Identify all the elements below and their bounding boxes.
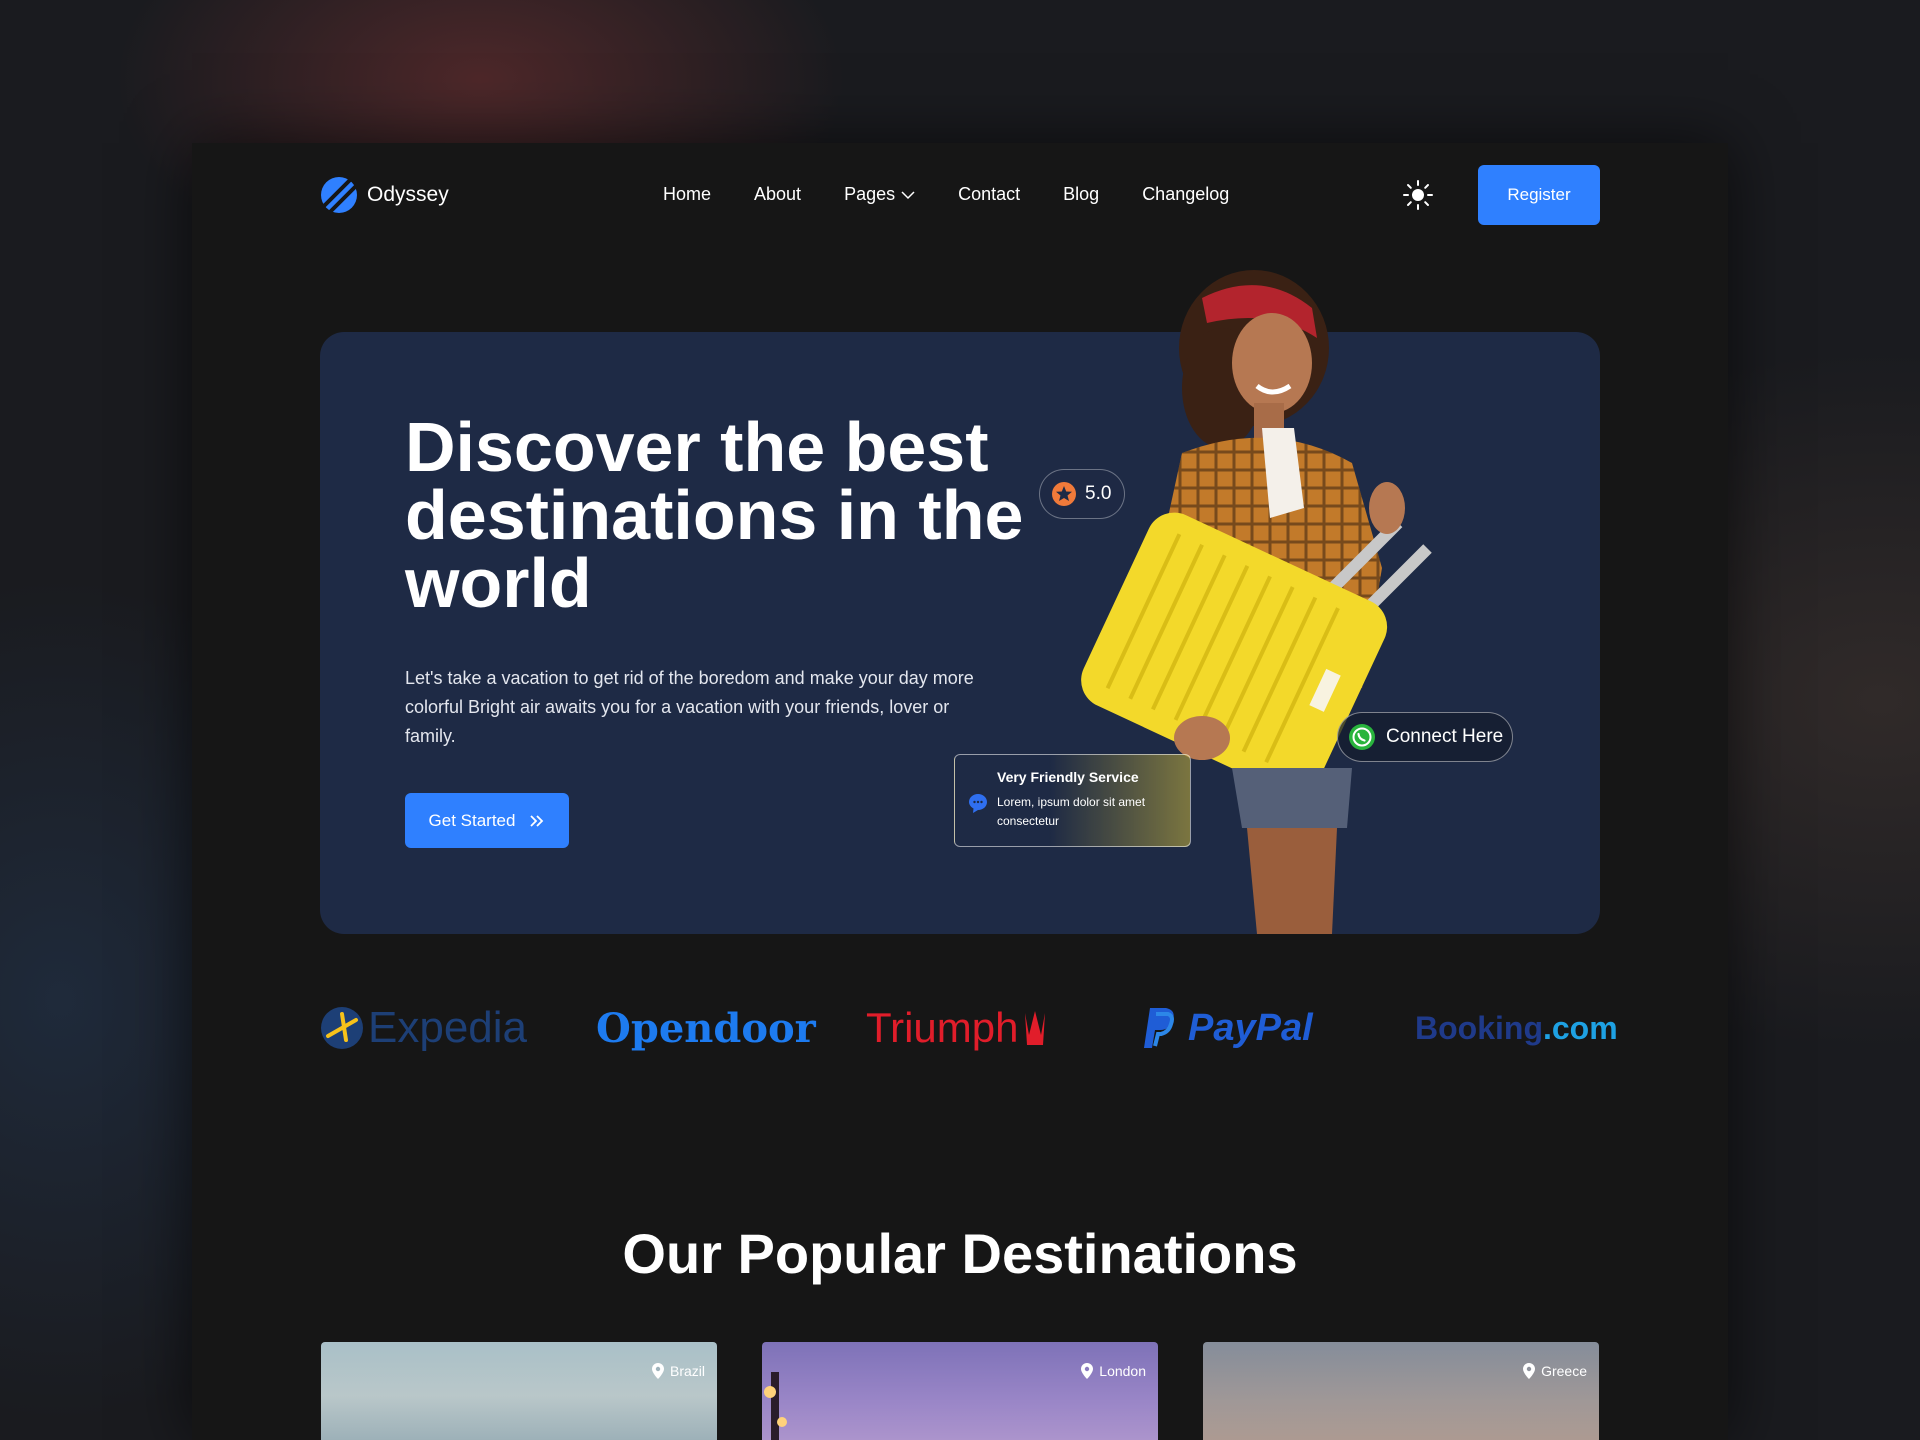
expedia-text: Expedia: [368, 1003, 528, 1052]
destination-card[interactable]: London: [762, 1342, 1158, 1440]
chevron-down-icon: [901, 190, 915, 199]
nav-blog[interactable]: Blog: [1063, 184, 1099, 205]
hero-title: Discover the best destinations in the wo…: [405, 408, 1024, 622]
double-chevron-right-icon: [530, 814, 544, 827]
map-pin-icon: [651, 1363, 664, 1379]
booking-logo: Booking .com: [1415, 993, 1618, 1063]
service-text: Lorem, ipsum dolor sit amet consectetur: [997, 795, 1146, 828]
location-name: Greece: [1541, 1363, 1587, 1379]
location-name: Brazil: [669, 1363, 705, 1379]
location-tag: Brazil: [651, 1363, 705, 1379]
star-icon: [1052, 482, 1076, 506]
destination-card[interactable]: Brazil: [321, 1342, 717, 1440]
nav-contact[interactable]: Contact: [958, 184, 1020, 205]
nav-pages-label: Pages: [844, 184, 896, 204]
expedia-plane-icon: [321, 1007, 363, 1049]
partner-logos: Expedia Opendoor Triumph PayPal Booking.…: [320, 993, 1618, 1063]
sun-icon[interactable]: [1402, 179, 1434, 211]
nav-home[interactable]: Home: [663, 184, 711, 205]
rating-value: 5.0: [1085, 483, 1112, 504]
get-started-button[interactable]: Get Started: [405, 793, 569, 848]
crown-icon: [1025, 1011, 1046, 1045]
nav-changelog[interactable]: Changelog: [1142, 184, 1229, 205]
location-tag: London: [1081, 1363, 1146, 1379]
paypal-logo: PayPal: [1142, 993, 1313, 1063]
site-frame: Odyssey Home About Pages Contact Blog Ch…: [192, 143, 1728, 1440]
connect-here-button[interactable]: Connect Here: [1337, 712, 1513, 762]
expedia-logo: Expedia: [320, 993, 527, 1063]
location-name: London: [1099, 1363, 1146, 1379]
navbar: Odyssey Home About Pages Contact Blog Ch…: [320, 165, 1600, 225]
register-button[interactable]: Register: [1478, 165, 1600, 225]
destinations-title: Our Popular Destinations: [622, 1222, 1298, 1285]
paypal-icon: [1144, 1008, 1174, 1048]
triumph-text: Triumph: [866, 1004, 1019, 1051]
street-lamp-image: [764, 1372, 787, 1440]
service-title: Very Friendly Service: [997, 769, 1139, 785]
service-card: Very Friendly Service Lorem, ipsum dolor…: [954, 754, 1191, 847]
destination-card[interactable]: Greece: [1203, 1342, 1599, 1440]
location-tag: Greece: [1523, 1363, 1587, 1379]
opendoor-text: Opendoor: [596, 1004, 816, 1052]
brand-name: Odyssey: [367, 183, 449, 206]
get-started-label: Get Started: [428, 810, 516, 830]
map-pin-icon: [1081, 1363, 1094, 1379]
connect-here-label: Connect Here: [1386, 726, 1504, 747]
nav-pages[interactable]: Pages: [844, 184, 915, 205]
chat-bubble-icon: [969, 794, 987, 813]
whatsapp-icon: [1349, 724, 1375, 750]
nav-about[interactable]: About: [754, 184, 801, 205]
booking-text: Booking: [1415, 1009, 1543, 1046]
triumph-logo: Triumph: [866, 993, 1048, 1063]
hero-description: Let's take a vacation to get rid of the …: [405, 668, 974, 746]
booking-suffix: .com: [1542, 1009, 1618, 1046]
rating-badge: 5.0: [1039, 469, 1125, 519]
brand-logo[interactable]: Odyssey: [320, 176, 449, 214]
opendoor-logo: Opendoor: [596, 993, 816, 1063]
main-menu: Home About Pages Contact Blog Changelog: [663, 184, 1229, 205]
brand-logo-icon: [321, 177, 358, 214]
paypal-text: PayPal: [1188, 1006, 1313, 1049]
map-pin-icon: [1523, 1363, 1536, 1379]
